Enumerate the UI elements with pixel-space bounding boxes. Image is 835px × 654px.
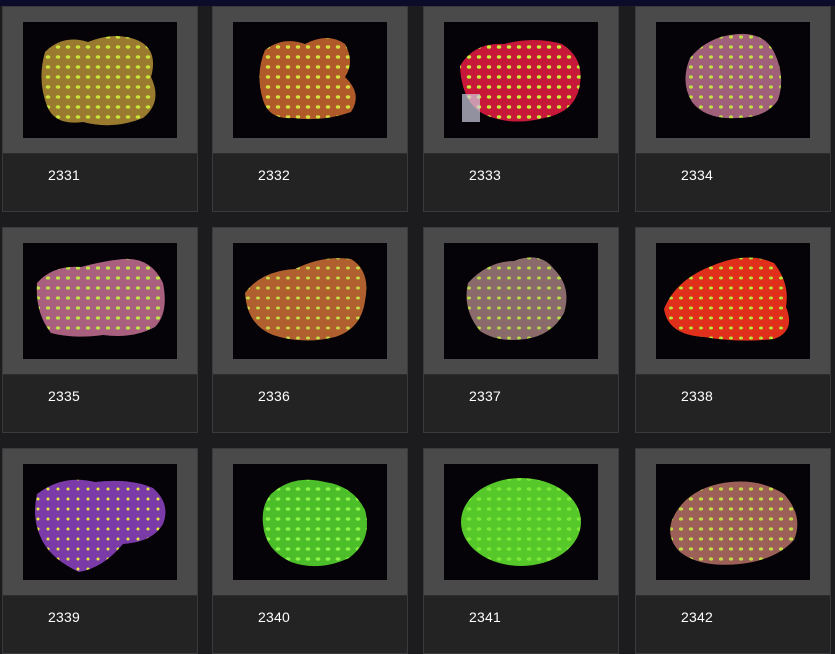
coral-photo[interactable] xyxy=(23,243,177,359)
caption-area: 2334 xyxy=(636,154,830,211)
coral-photo[interactable] xyxy=(656,243,810,359)
thumbnail-frame xyxy=(3,449,197,596)
gallery-item[interactable]: 2335 xyxy=(2,227,198,433)
caption-area: 2342 xyxy=(636,596,830,653)
gallery-item[interactable]: 2334 xyxy=(635,6,831,212)
item-number: 2338 xyxy=(681,388,713,404)
caption-area: 2338 xyxy=(636,375,830,432)
item-number: 2337 xyxy=(469,388,501,404)
gallery-item[interactable]: 2337 xyxy=(423,227,619,433)
thumbnail-frame xyxy=(213,7,407,154)
gallery-item[interactable]: 2332 xyxy=(212,6,408,212)
gallery-item[interactable]: 2331 xyxy=(2,6,198,212)
item-number: 2341 xyxy=(469,609,501,625)
thumbnail-frame xyxy=(636,7,830,154)
gallery-item[interactable]: 2333 xyxy=(423,6,619,212)
thumbnail-frame xyxy=(636,228,830,375)
thumbnail-frame xyxy=(424,449,618,596)
coral-photo[interactable] xyxy=(23,464,177,580)
item-number: 2333 xyxy=(469,167,501,183)
item-number: 2339 xyxy=(48,609,80,625)
coral-photo[interactable] xyxy=(23,22,177,138)
caption-area: 2331 xyxy=(3,154,197,211)
caption-area: 2333 xyxy=(424,154,618,211)
coral-photo[interactable] xyxy=(656,22,810,138)
thumbnail-frame xyxy=(636,449,830,596)
item-number: 2340 xyxy=(258,609,290,625)
caption-area: 2335 xyxy=(3,375,197,432)
caption-area: 2339 xyxy=(3,596,197,653)
gallery-item[interactable]: 2338 xyxy=(635,227,831,433)
thumbnail-frame xyxy=(424,228,618,375)
gallery-item[interactable]: 2336 xyxy=(212,227,408,433)
gallery-item[interactable]: 2342 xyxy=(635,448,831,654)
caption-area: 2332 xyxy=(213,154,407,211)
item-number: 2334 xyxy=(681,167,713,183)
coral-photo[interactable] xyxy=(233,464,387,580)
coral-photo[interactable] xyxy=(233,22,387,138)
caption-area: 2337 xyxy=(424,375,618,432)
coral-photo[interactable] xyxy=(444,22,598,138)
caption-area: 2340 xyxy=(213,596,407,653)
thumbnail-frame xyxy=(424,7,618,154)
thumbnail-frame xyxy=(213,449,407,596)
coral-photo[interactable] xyxy=(444,243,598,359)
item-number: 2336 xyxy=(258,388,290,404)
coral-photo[interactable] xyxy=(656,464,810,580)
coral-photo[interactable] xyxy=(444,464,598,580)
gallery-item[interactable]: 2340 xyxy=(212,448,408,654)
item-number: 2332 xyxy=(258,167,290,183)
item-number: 2335 xyxy=(48,388,80,404)
gallery-item[interactable]: 2339 xyxy=(2,448,198,654)
thumbnail-frame xyxy=(3,7,197,154)
thumbnail-frame xyxy=(213,228,407,375)
thumbnail-frame xyxy=(3,228,197,375)
gallery-item[interactable]: 2341 xyxy=(423,448,619,654)
caption-area: 2341 xyxy=(424,596,618,653)
item-number: 2342 xyxy=(681,609,713,625)
caption-area: 2336 xyxy=(213,375,407,432)
coral-photo[interactable] xyxy=(233,243,387,359)
coral-gallery-grid: 2331 2332 2333 2334 2335 2336 2337 2338 … xyxy=(0,6,835,654)
item-number: 2331 xyxy=(48,167,80,183)
